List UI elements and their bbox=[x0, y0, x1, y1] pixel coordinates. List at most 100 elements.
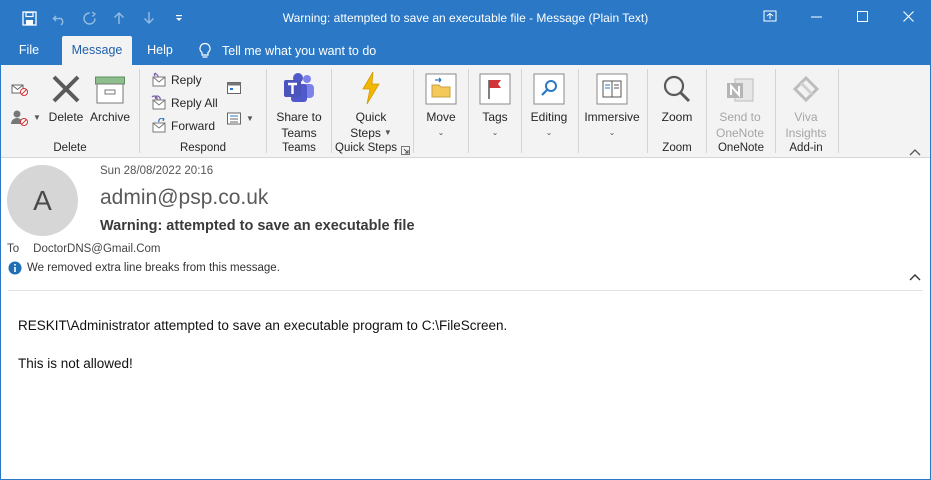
body-line-1: RESKIT\Administrator attempted to save a… bbox=[18, 318, 508, 333]
ignore-button[interactable] bbox=[9, 77, 29, 97]
immersive-button[interactable]: Immersive ⌄ bbox=[583, 69, 641, 141]
share-to-teams-label-2: Teams bbox=[281, 126, 317, 140]
chevron-down-icon: ▼ bbox=[246, 113, 254, 123]
group-separator bbox=[139, 69, 140, 153]
quick-steps-group-label: Quick Steps bbox=[335, 142, 397, 154]
move-icon bbox=[425, 73, 457, 105]
forward-icon bbox=[152, 118, 166, 133]
cleanup-icon bbox=[11, 110, 28, 126]
tags-label: Tags bbox=[482, 110, 508, 124]
delete-group-label: Delete bbox=[53, 142, 87, 154]
to-label: To bbox=[7, 243, 20, 255]
group-separator bbox=[578, 69, 579, 153]
onenote-label-2: OneNote bbox=[715, 126, 765, 140]
chevron-down-icon: ⌄ bbox=[608, 128, 616, 137]
group-separator bbox=[413, 69, 414, 153]
header-divider bbox=[8, 290, 923, 291]
archive-label: Archive bbox=[89, 110, 130, 124]
tab-file[interactable]: File bbox=[12, 36, 46, 65]
share-to-teams-label-1: Share to bbox=[276, 110, 322, 124]
group-separator bbox=[521, 69, 522, 153]
up-arrow-icon[interactable] bbox=[104, 0, 134, 36]
ribbon-display-options-icon[interactable] bbox=[747, 0, 793, 32]
addin-group-label: Add-in bbox=[789, 142, 823, 154]
quick-access-toolbar bbox=[0, 0, 194, 36]
sender-address[interactable]: admin@psp.co.uk bbox=[100, 186, 268, 210]
editing-button[interactable]: Editing ⌄ bbox=[528, 69, 570, 141]
tell-me-search[interactable]: Tell me what you want to do bbox=[198, 36, 376, 65]
chevron-down-icon: ▼ bbox=[383, 128, 392, 137]
onenote-icon bbox=[727, 78, 754, 102]
teams-icon bbox=[284, 73, 314, 102]
zoom-label: Zoom bbox=[661, 110, 693, 124]
share-to-teams-button[interactable]: Share to Teams bbox=[274, 69, 324, 141]
tell-me-label: Tell me what you want to do bbox=[222, 43, 377, 58]
collapse-ribbon-icon[interactable] bbox=[909, 145, 921, 159]
reply-icon bbox=[152, 72, 166, 87]
save-icon[interactable] bbox=[14, 0, 44, 36]
chevron-down-icon: ⌄ bbox=[491, 128, 499, 137]
body-line-2: This is not allowed! bbox=[18, 356, 133, 371]
onenote-label-1: Send to bbox=[719, 110, 761, 124]
group-separator bbox=[331, 69, 332, 153]
down-arrow-icon[interactable] bbox=[134, 0, 164, 36]
archive-button[interactable]: Archive bbox=[88, 69, 132, 125]
viva-label-2: Insights bbox=[785, 126, 827, 140]
info-icon bbox=[8, 261, 22, 275]
to-line: To DoctorDNS@Gmail.Com bbox=[7, 243, 161, 255]
immersive-label: Immersive bbox=[584, 110, 640, 124]
info-bar: We removed extra line breaks from this m… bbox=[8, 261, 280, 275]
respond-group-label: Respond bbox=[179, 142, 227, 154]
send-to-onenote-button[interactable]: Send to OneNote bbox=[713, 69, 767, 141]
message-body[interactable]: RESKIT\Administrator attempted to save a… bbox=[18, 316, 507, 392]
lightning-icon bbox=[362, 71, 380, 105]
cleanup-button[interactable]: ▼ bbox=[9, 107, 41, 127]
reply-label: Reply bbox=[171, 73, 202, 87]
immersive-reader-icon bbox=[596, 73, 628, 105]
to-recipient[interactable]: DoctorDNS@Gmail.Com bbox=[33, 243, 160, 255]
close-icon[interactable] bbox=[885, 0, 931, 32]
zoom-button[interactable]: Zoom bbox=[655, 69, 699, 125]
magnifier-icon bbox=[663, 75, 691, 103]
chevron-down-icon: ▼ bbox=[33, 112, 41, 122]
group-separator bbox=[775, 69, 776, 153]
group-separator bbox=[266, 69, 267, 153]
meeting-reply-button[interactable] bbox=[226, 78, 242, 98]
customize-toolbar-icon[interactable] bbox=[164, 0, 194, 36]
group-separator bbox=[706, 69, 707, 153]
avatar[interactable]: A bbox=[7, 165, 78, 236]
window-controls bbox=[747, 0, 931, 32]
tags-button[interactable]: Tags ⌄ bbox=[477, 69, 513, 141]
tab-help[interactable]: Help bbox=[140, 36, 180, 65]
quick-steps-button[interactable]: Quick Steps ▼ bbox=[348, 69, 394, 141]
sent-date: Sun 28/08/2022 20:16 bbox=[100, 165, 214, 177]
ribbon: ▼ Delete Archive Delete Reply Reply All … bbox=[0, 65, 931, 158]
collapse-header-icon[interactable] bbox=[909, 270, 921, 284]
archive-icon bbox=[95, 76, 125, 104]
group-separator bbox=[468, 69, 469, 153]
minimize-icon[interactable] bbox=[793, 0, 839, 32]
ignore-icon bbox=[11, 84, 28, 96]
meeting-icon bbox=[227, 82, 241, 94]
reply-all-icon bbox=[151, 95, 166, 110]
quick-steps-label-2: Steps bbox=[350, 126, 381, 140]
dialog-launcher-icon[interactable] bbox=[401, 144, 410, 158]
more-respond-button[interactable]: ▼ bbox=[226, 108, 254, 128]
redo-icon[interactable] bbox=[74, 0, 104, 36]
reply-button[interactable]: Reply bbox=[151, 70, 202, 90]
tab-message[interactable]: Message bbox=[62, 36, 132, 65]
forward-label: Forward bbox=[171, 119, 216, 133]
info-text[interactable]: We removed extra line breaks from this m… bbox=[27, 262, 280, 274]
message-subject: Warning: attempted to save an executable… bbox=[100, 218, 415, 234]
chevron-down-icon: ⌄ bbox=[545, 128, 553, 137]
quick-steps-label-1: Quick bbox=[355, 110, 387, 124]
reply-all-button[interactable]: Reply All bbox=[151, 93, 218, 113]
window-border bbox=[0, 36, 1, 480]
maximize-icon[interactable] bbox=[839, 0, 885, 32]
delete-button[interactable]: Delete bbox=[47, 69, 85, 125]
forward-button[interactable]: Forward bbox=[151, 116, 215, 136]
undo-icon[interactable] bbox=[44, 0, 74, 36]
move-button[interactable]: Move ⌄ bbox=[422, 69, 460, 141]
viva-insights-button[interactable]: Viva Insights bbox=[781, 69, 831, 141]
zoom-group-label: Zoom bbox=[662, 142, 692, 154]
